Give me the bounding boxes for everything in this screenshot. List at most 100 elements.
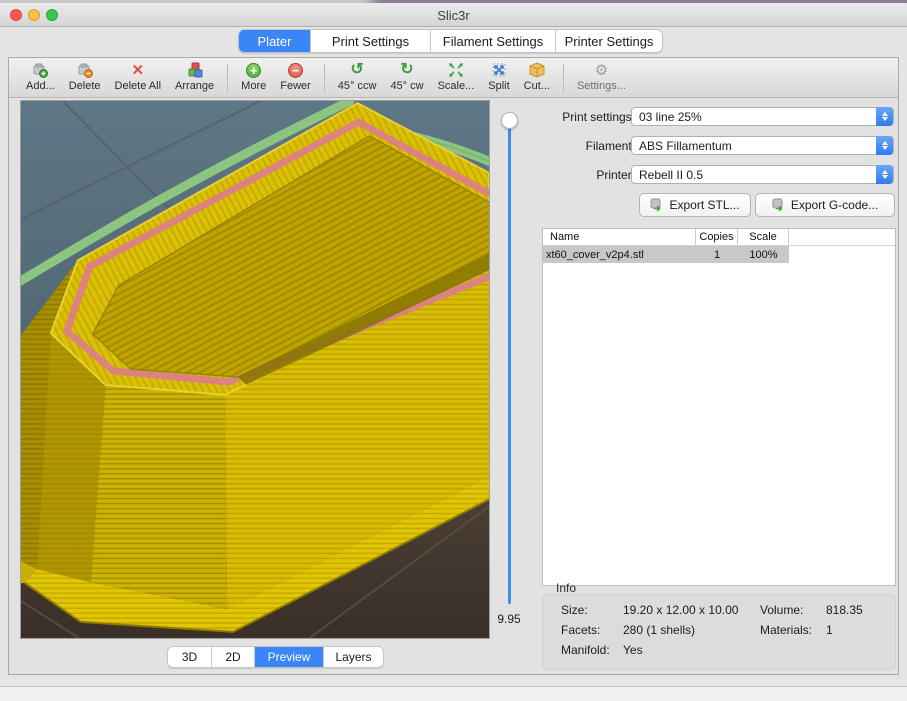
scale-icon [447, 61, 465, 79]
cut-icon [528, 61, 546, 79]
split-icon [490, 61, 508, 79]
delete-all-button[interactable]: ✕ Delete All [108, 61, 168, 92]
manifold-value: Yes [623, 643, 643, 657]
printer-value: Rebell II 0.5 [639, 168, 703, 182]
printer-label: Printer: [545, 168, 635, 182]
print-preview-render [21, 101, 489, 638]
layer-slider-value: 9.95 [487, 612, 531, 626]
title-bar: Slic3r [0, 3, 907, 27]
arrange-icon [186, 61, 204, 79]
delete-object-icon [76, 61, 94, 79]
export-gcode-label: Export G-code... [791, 198, 878, 212]
rotate-ccw-icon: ↺ [350, 61, 363, 79]
print-settings-value: 03 line 25% [639, 110, 702, 124]
toolbar: Add... Delete ✕ Delete All [9, 58, 898, 98]
materials-label: Materials: [760, 623, 812, 637]
main-tab-group: Plater Print Settings Filament Settings … [238, 29, 663, 53]
facets-label: Facets: [561, 623, 600, 637]
cell-copies: 1 [696, 246, 738, 263]
printer-select[interactable]: Rebell II 0.5 [631, 165, 894, 184]
view-tab-layers[interactable]: Layers [324, 647, 383, 667]
view-tab-preview[interactable]: Preview [255, 647, 324, 667]
rotate-ccw-label: 45° ccw [338, 80, 377, 92]
manifold-label: Manifold: [561, 643, 610, 657]
plater-panel: Add... Delete ✕ Delete All [8, 57, 899, 675]
settings-label: Settings... [577, 80, 626, 92]
print-settings-select[interactable]: 03 line 25% [631, 107, 894, 126]
facets-value: 280 (1 shells) [623, 623, 695, 637]
export-icon [650, 198, 664, 212]
layer-slider-thumb[interactable] [501, 112, 518, 129]
size-label: Size: [561, 603, 588, 617]
info-group-box: Size: 19.20 x 12.00 x 10.00 Volume: 818.… [542, 594, 896, 670]
column-header-scale[interactable]: Scale [738, 229, 789, 245]
rotate-cw-button[interactable]: ↻ 45° cw [383, 61, 430, 92]
settings-gear-icon: ⚙ [595, 61, 608, 79]
tab-printer-settings[interactable]: Printer Settings [556, 30, 662, 52]
rotate-cw-label: 45° cw [390, 80, 423, 92]
arrange-button[interactable]: Arrange [168, 61, 221, 92]
view-tab-2d[interactable]: 2D [212, 647, 255, 667]
chevron-up-down-icon [876, 107, 893, 126]
add-label: Add... [26, 80, 55, 92]
export-stl-label: Export STL... [669, 198, 739, 212]
scale-label: Scale... [438, 80, 475, 92]
materials-value: 1 [826, 623, 833, 637]
print-settings-label: Print settings: [545, 110, 635, 124]
toolbar-separator [324, 64, 325, 92]
cut-label: Cut... [524, 80, 550, 92]
export-stl-button[interactable]: Export STL... [639, 193, 751, 217]
arrange-label: Arrange [175, 80, 214, 92]
delete-all-icon: ✕ [132, 61, 145, 79]
toolbar-separator [227, 64, 228, 92]
window-title: Slic3r [0, 8, 907, 23]
more-button[interactable]: + More [234, 61, 273, 92]
export-gcode-button[interactable]: Export G-code... [755, 193, 895, 217]
cut-button[interactable]: Cut... [517, 61, 557, 92]
add-button[interactable]: Add... [19, 61, 62, 92]
add-object-icon [31, 61, 49, 79]
chevron-up-down-icon [876, 165, 893, 184]
volume-label: Volume: [760, 603, 803, 617]
delete-label: Delete [69, 80, 101, 92]
cell-scale: 100% [738, 246, 789, 263]
filament-label: Filament: [545, 139, 635, 153]
settings-button[interactable]: ⚙ Settings... [570, 61, 633, 92]
view-mode-tabs: 3D 2D Preview Layers [167, 646, 384, 668]
preview-3d-viewport[interactable] [20, 100, 490, 639]
view-tab-3d[interactable]: 3D [168, 647, 212, 667]
status-bar [0, 686, 907, 701]
column-header-copies[interactable]: Copies [696, 229, 738, 245]
rotate-ccw-button[interactable]: ↺ 45° ccw [331, 61, 384, 92]
fewer-copies-icon: − [288, 61, 303, 79]
table-header: Name Copies Scale [543, 229, 895, 246]
column-header-spacer [789, 229, 895, 245]
size-value: 19.20 x 12.00 x 10.00 [623, 603, 738, 617]
tab-print-settings[interactable]: Print Settings [311, 30, 431, 52]
scale-button[interactable]: Scale... [431, 61, 482, 92]
more-copies-icon: + [246, 61, 261, 79]
column-header-name[interactable]: Name [543, 229, 696, 245]
split-label: Split [488, 80, 509, 92]
delete-button[interactable]: Delete [62, 61, 108, 92]
split-button[interactable]: Split [481, 61, 516, 92]
cell-object-name: xt60_cover_v2p4.stl [543, 246, 696, 263]
toolbar-separator [563, 64, 564, 92]
main-tab-row: Plater Print Settings Filament Settings … [0, 27, 907, 57]
export-icon [772, 198, 786, 212]
table-row-selected[interactable]: xt60_cover_v2p4.stl 1 100% [543, 246, 895, 263]
filament-select[interactable]: ABS Fillamentum [631, 136, 894, 155]
tab-plater[interactable]: Plater [239, 30, 311, 52]
delete-all-label: Delete All [115, 80, 161, 92]
fewer-label: Fewer [280, 80, 311, 92]
tab-filament-settings[interactable]: Filament Settings [431, 30, 556, 52]
more-label: More [241, 80, 266, 92]
filament-value: ABS Fillamentum [639, 139, 732, 153]
fewer-button[interactable]: − Fewer [273, 61, 318, 92]
object-list-table: Name Copies Scale xt60_cover_v2p4.stl 1 … [542, 228, 896, 586]
layer-slider-track[interactable] [508, 121, 511, 604]
info-group-title: Info [556, 581, 576, 595]
chevron-up-down-icon [876, 136, 893, 155]
volume-value: 818.35 [826, 603, 863, 617]
rotate-cw-icon: ↻ [400, 61, 413, 79]
